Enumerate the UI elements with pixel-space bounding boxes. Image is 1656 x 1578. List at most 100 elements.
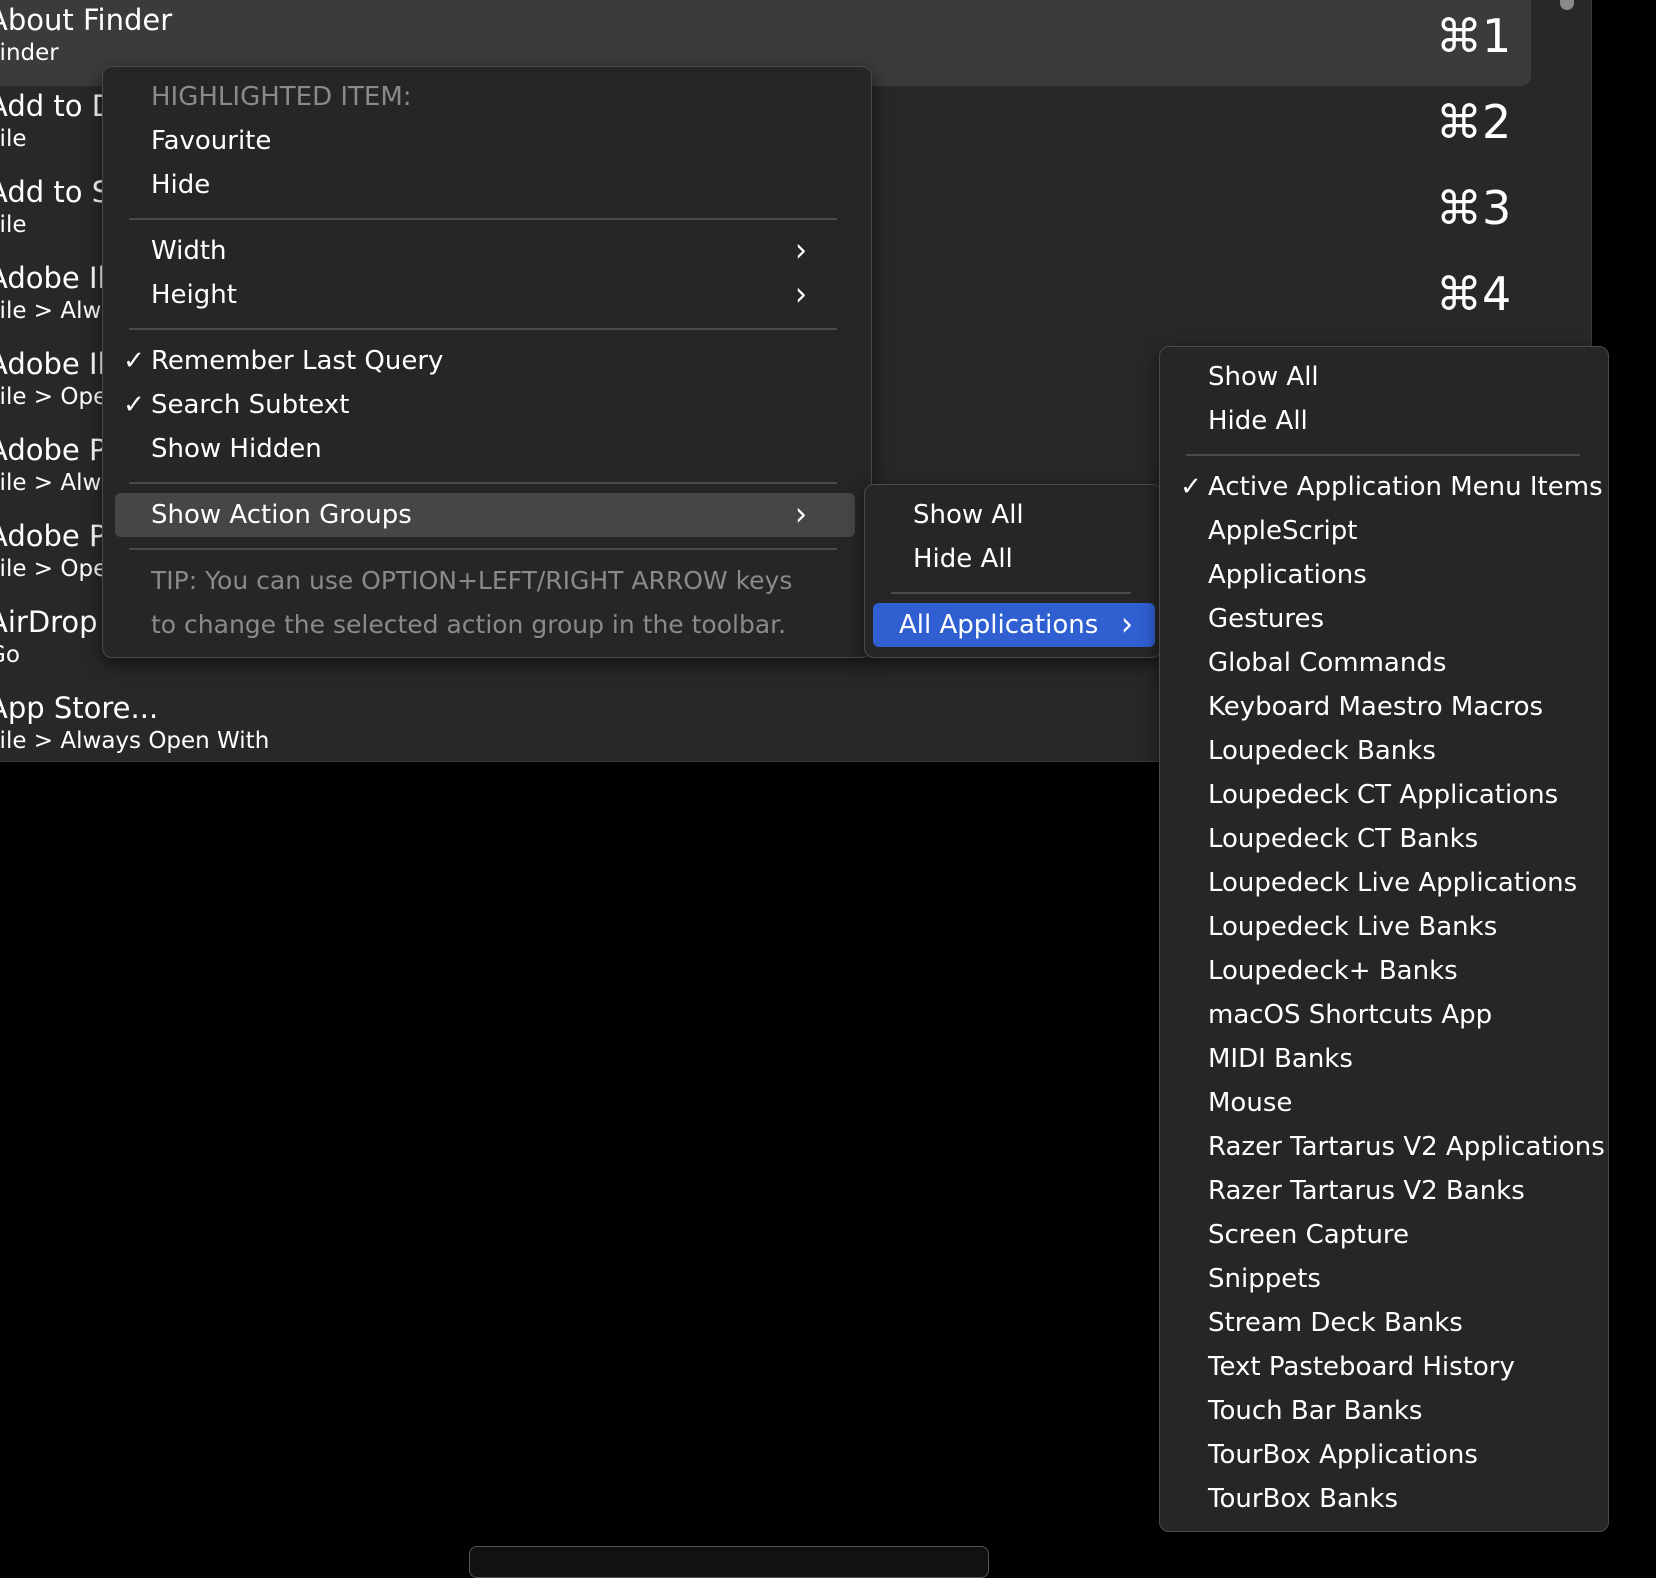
result-subtitle: File > Ope [0,384,108,410]
action-group-label: Loupedeck CT Applications [1208,780,1559,810]
result-subtitle: File [0,126,27,152]
action-group-label: Loupedeck Live Applications [1208,868,1578,898]
result-subtitle: File > Ope [0,556,108,582]
dock [469,1546,989,1578]
menu-item-label: Hide All [1208,406,1308,436]
menu-item-hide-all[interactable]: Hide All [877,537,1149,581]
action-group-label: AppleScript [1208,516,1358,546]
result-title: Add to S [0,175,111,209]
action-group-item[interactable]: Razer Tartarus V2 Banks [1172,1169,1596,1213]
chevron-right-icon: › [795,495,807,534]
menu-item-show-all[interactable]: Show All [1172,355,1596,399]
action-group-item[interactable]: macOS Shortcuts App [1172,993,1596,1037]
result-title: App Store... [0,691,159,725]
menu-item-label: Height [151,280,237,310]
menu-item-show-hidden[interactable]: Show Hidden [115,427,855,471]
action-group-label: MIDI Banks [1208,1044,1353,1074]
context-menu: HIGHLIGHTED ITEM: Favourite Hide Width ›… [102,66,872,658]
result-title: Adobe P [0,519,107,553]
result-shortcut: ⌘1 [1436,9,1512,63]
action-group-label: Stream Deck Banks [1208,1308,1463,1338]
menu-item-search-subtext[interactable]: ✓ Search Subtext [115,383,855,427]
result-title: About Finder [0,3,173,37]
menu-item-label: Hide All [913,544,1013,574]
action-group-item[interactable]: Gestures [1172,597,1596,641]
menu-item-label: Hide [151,170,211,200]
action-group-item[interactable]: Applications [1172,553,1596,597]
action-group-label: TourBox Banks [1208,1484,1398,1514]
action-group-label: Applications [1208,560,1367,590]
action-group-label: Global Commands [1208,648,1447,678]
menu-item-label: All Applications [899,610,1099,640]
menu-item-label: Show Hidden [151,434,322,464]
action-group-label: Razer Tartarus V2 Banks [1208,1176,1525,1206]
action-group-label: Keyboard Maestro Macros [1208,692,1544,722]
result-shortcut: ⌘4 [1436,267,1512,321]
action-group-item[interactable]: ✓ Active Application Menu Items [1172,465,1603,509]
result-subtitle: File > Alwa [0,470,116,496]
result-subtitle: Go [0,642,20,668]
action-group-item[interactable]: TourBox Applications [1172,1433,1596,1477]
action-group-item[interactable]: Global Commands [1172,641,1596,685]
menu-item-hide-all[interactable]: Hide All [1172,399,1596,443]
result-subtitle: File > Alwa [0,298,116,324]
result-subtitle: File [0,212,27,238]
action-group-item[interactable]: Mouse [1172,1081,1596,1125]
checkmark-icon: ✓ [123,346,145,376]
action-group-item[interactable]: Loupedeck Banks [1172,729,1596,773]
result-title: Adobe Il [0,261,106,295]
action-group-item[interactable]: TourBox Banks [1172,1477,1596,1521]
menu-header: HIGHLIGHTED ITEM: [151,82,412,112]
action-group-label: Razer Tartarus V2 Applications [1208,1132,1605,1162]
action-group-item[interactable]: Keyboard Maestro Macros [1172,685,1596,729]
action-group-item[interactable]: Stream Deck Banks [1172,1301,1596,1345]
action-group-label: Touch Bar Banks [1208,1396,1423,1426]
tip-text-line-2: to change the selected action group in t… [151,610,787,639]
action-group-label: Screen Capture [1208,1220,1410,1250]
action-group-label: Active Application Menu Items [1208,472,1603,502]
action-group-label: Gestures [1208,604,1325,634]
chevron-right-icon: › [795,275,807,314]
action-group-label: TourBox Applications [1208,1440,1478,1470]
menu-item-label: Show Action Groups [151,500,412,530]
scrollbar-thumb[interactable] [1560,0,1574,10]
menu-item-favourite[interactable]: Favourite [115,119,855,163]
action-group-label: Loupedeck Banks [1208,736,1436,766]
chevron-right-icon: › [795,231,807,270]
menu-separator [129,548,837,550]
result-title: Adobe Il [0,347,106,381]
action-group-item[interactable]: Loupedeck+ Banks [1172,949,1596,993]
action-group-item[interactable]: Loupedeck Live Banks [1172,905,1596,949]
action-group-item[interactable]: Snippets [1172,1257,1596,1301]
menu-separator [891,592,1131,594]
action-group-label: Loupedeck CT Banks [1208,824,1479,854]
tip-text-line-1: TIP: You can use OPTION+LEFT/RIGHT ARROW… [151,566,793,595]
action-group-item[interactable]: Razer Tartarus V2 Applications [1172,1125,1605,1169]
action-group-item[interactable]: Touch Bar Banks [1172,1389,1596,1433]
result-shortcut: ⌘3 [1436,181,1512,235]
action-group-label: Loupedeck Live Banks [1208,912,1498,942]
menu-item-show-all[interactable]: Show All [877,493,1149,537]
menu-item-height[interactable]: Height › [115,273,855,317]
menu-item-all-applications[interactable]: All Applications › [873,603,1155,647]
action-group-item[interactable]: MIDI Banks [1172,1037,1596,1081]
menu-item-show-action-groups[interactable]: Show Action Groups › [115,493,855,537]
action-group-item[interactable]: Text Pasteboard History [1172,1345,1596,1389]
checkmark-icon: ✓ [123,390,145,420]
menu-item-width[interactable]: Width › [115,229,855,273]
result-shortcut: ⌘2 [1436,95,1512,149]
action-group-label: Mouse [1208,1088,1293,1118]
action-group-item[interactable]: Screen Capture [1172,1213,1596,1257]
action-group-item[interactable]: AppleScript [1172,509,1596,553]
menu-separator [129,328,837,330]
action-group-item[interactable]: Loupedeck Live Applications [1172,861,1596,905]
action-group-item[interactable]: Loupedeck CT Applications [1172,773,1596,817]
menu-item-hide[interactable]: Hide [115,163,855,207]
menu-separator [129,218,837,220]
menu-item-label: Show All [1208,362,1319,392]
menu-item-remember-last-query[interactable]: ✓ Remember Last Query [115,339,855,383]
result-subtitle: Finder [0,40,59,66]
menu-item-label: Width [151,236,227,266]
action-group-item[interactable]: Loupedeck CT Banks [1172,817,1596,861]
action-group-label: Snippets [1208,1264,1321,1294]
